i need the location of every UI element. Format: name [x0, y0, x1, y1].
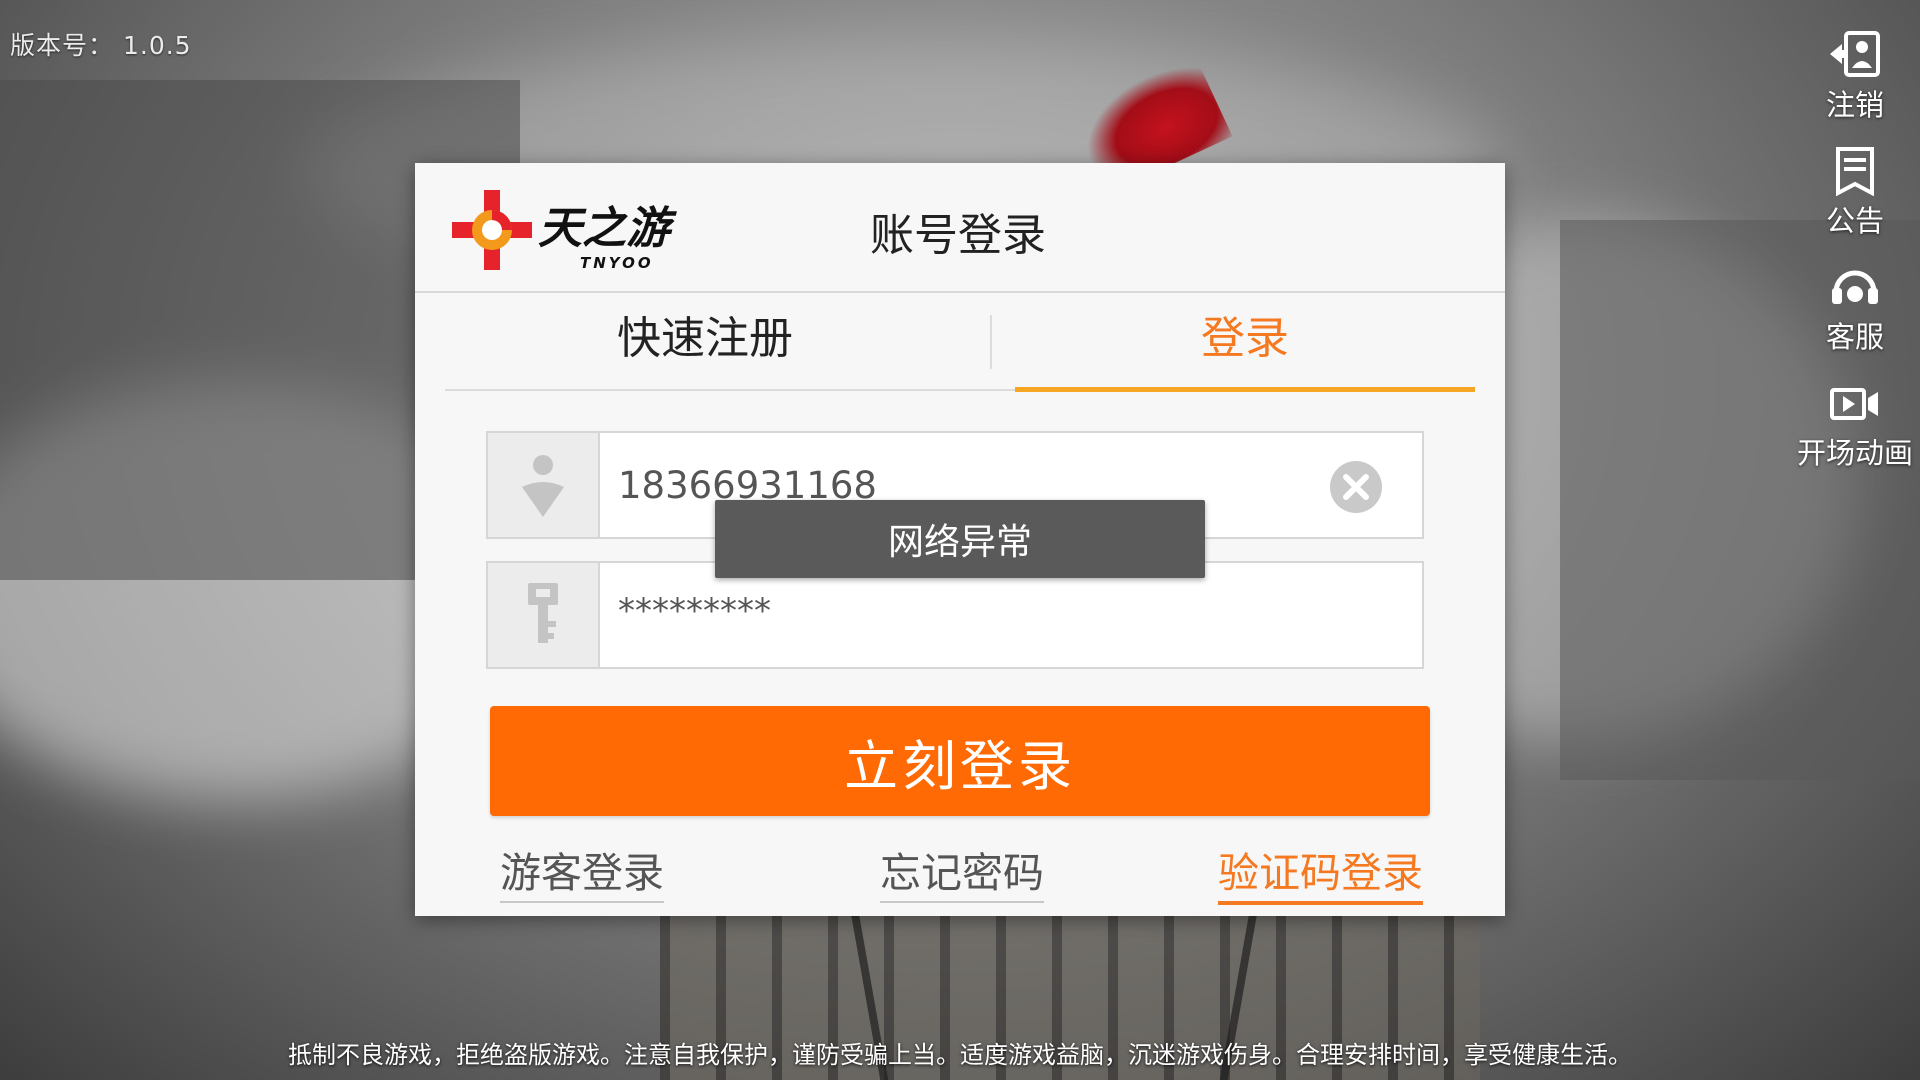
dialog-header: 天之游 TNYOO 账号登录	[415, 163, 1505, 293]
password-input[interactable]: *********	[618, 563, 771, 667]
logo-en-text: TNYOO	[580, 254, 654, 272]
tab-divider	[990, 315, 992, 369]
logout-icon	[1830, 31, 1880, 77]
service-button[interactable]: 客服	[1790, 262, 1920, 356]
intro-video-button[interactable]: 开场动画	[1790, 378, 1920, 472]
password-icon-box	[488, 563, 600, 667]
notice-label: 公告	[1825, 204, 1884, 238]
login-now-button[interactable]: 立刻登录	[490, 706, 1430, 816]
forgot-password-link[interactable]: 忘记密码	[880, 839, 1044, 903]
headset-icon	[1832, 270, 1878, 304]
network-error-toast: 网络异常	[715, 500, 1205, 578]
guest-login-link[interactable]: 游客登录	[500, 839, 664, 903]
tab-login[interactable]: 登录	[1015, 293, 1475, 392]
username-icon-box	[488, 433, 600, 537]
intro-video-label: 开场动画	[1796, 436, 1913, 470]
video-icon	[1830, 388, 1878, 420]
service-label: 客服	[1825, 320, 1884, 354]
key-icon	[528, 583, 558, 643]
login-dialog: 天之游 TNYOO 账号登录 快速注册 登录 18366931168 *****…	[415, 163, 1505, 916]
side-menu: 注销 公告 客服 开场动画	[1790, 30, 1920, 494]
version-label: 版本号： 1.0.5	[10, 26, 192, 62]
auth-tabs: 快速注册 登录	[445, 293, 1475, 392]
tnyoo-logo: 天之游 TNYOO	[452, 190, 677, 272]
version-number: 1.0.5	[122, 31, 192, 60]
tab-register[interactable]: 快速注册	[445, 293, 965, 389]
notice-icon	[1836, 147, 1874, 196]
alt-login-links: 游客登录 忘记密码 验证码登录	[415, 839, 1505, 905]
logout-label: 注销	[1825, 88, 1884, 122]
user-icon	[522, 455, 564, 517]
health-game-notice: 抵制不良游戏，拒绝盗版游戏。注意自我保护，谨防受骗上当。适度游戏益脑，沉迷游戏伤…	[288, 1041, 1632, 1069]
version-prefix: 版本号：	[10, 31, 115, 60]
notice-button[interactable]: 公告	[1790, 146, 1920, 240]
logo-cn-text: 天之游	[538, 203, 677, 254]
clear-username-icon[interactable]	[1328, 459, 1384, 515]
dialog-title: 账号登录	[870, 210, 1046, 261]
logout-button[interactable]: 注销	[1790, 30, 1920, 124]
sms-code-login-link[interactable]: 验证码登录	[1218, 839, 1423, 905]
